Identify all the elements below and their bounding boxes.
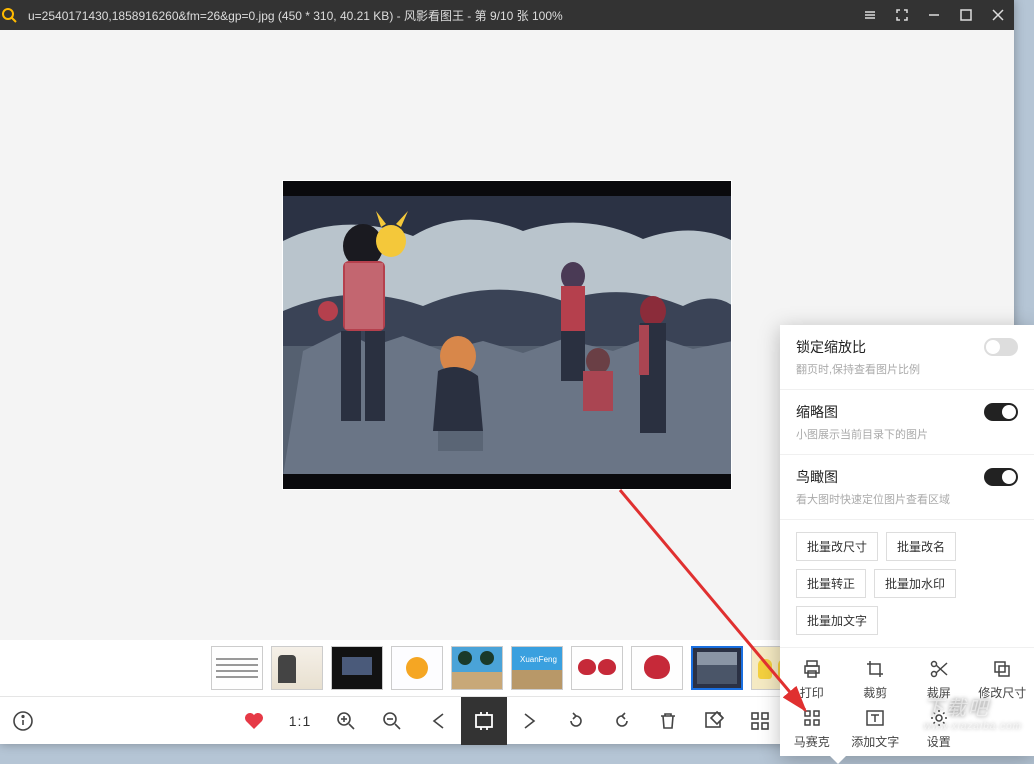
print-tool[interactable]: 打印 — [780, 658, 844, 701]
thumbnails-desc: 小图展示当前目录下的图片 — [796, 426, 1018, 442]
thumbnail[interactable] — [631, 646, 683, 690]
edit-button[interactable] — [691, 697, 737, 745]
grid-icon — [780, 707, 844, 729]
watermark: 下载吧 www.xiazaiba.com — [924, 692, 1022, 732]
titlebar: u=2540171430,1858916260&fm=26&gp=0.jpg (… — [0, 0, 1014, 30]
thumbnail[interactable] — [271, 646, 323, 690]
batch-rename-button[interactable]: 批量改名 — [886, 532, 956, 561]
print-icon — [780, 658, 844, 680]
lock-zoom-label: 锁定缩放比 — [796, 337, 866, 357]
thumbnail[interactable] — [391, 646, 443, 690]
fit-button[interactable] — [461, 697, 507, 745]
thumbnail[interactable]: XuanFeng — [511, 646, 563, 690]
zoom-in-button[interactable] — [323, 697, 369, 745]
birdview-desc: 看大图时快速定位图片查看区域 — [796, 491, 1018, 507]
scissors-icon — [907, 658, 971, 680]
text-icon — [844, 707, 908, 729]
fullscreen-button[interactable] — [886, 0, 918, 30]
birdview-label: 鸟瞰图 — [796, 467, 838, 487]
rotate-left-button[interactable] — [553, 697, 599, 745]
favorite-button[interactable] — [231, 697, 277, 745]
birdview-section: 鸟瞰图 看大图时快速定位图片查看区域 — [780, 455, 1034, 520]
lock-zoom-toggle[interactable] — [984, 338, 1018, 356]
mosaic-tool[interactable]: 马赛克 — [780, 707, 844, 750]
thumbnails-label: 缩略图 — [796, 402, 838, 422]
thumbnail-active[interactable] — [691, 646, 743, 690]
window-title: u=2540171430,1858916260&fm=26&gp=0.jpg (… — [28, 7, 854, 24]
crop-tool[interactable]: 裁剪 — [844, 658, 908, 701]
delete-button[interactable] — [645, 697, 691, 745]
thumbnail[interactable] — [331, 646, 383, 690]
thumbnails-toggle[interactable] — [984, 403, 1018, 421]
one-to-one-button[interactable]: 1:1 — [277, 697, 323, 745]
menu-button[interactable] — [854, 0, 886, 30]
close-button[interactable] — [982, 0, 1014, 30]
batch-resize-button[interactable]: 批量改尺寸 — [796, 532, 878, 561]
birdview-toggle[interactable] — [984, 468, 1018, 486]
batch-text-button[interactable]: 批量加文字 — [796, 606, 878, 635]
thumbnail[interactable] — [211, 646, 263, 690]
rotate-right-button[interactable] — [599, 697, 645, 745]
more-tools-button[interactable] — [737, 697, 783, 745]
minimize-button[interactable] — [918, 0, 950, 30]
zoom-out-button[interactable] — [369, 697, 415, 745]
main-image — [282, 180, 732, 490]
app-logo-icon — [0, 6, 28, 24]
next-button[interactable] — [507, 697, 553, 745]
popup-arrow — [830, 756, 846, 764]
lock-zoom-section: 锁定缩放比 翻页时,保持查看图片比例 — [780, 325, 1034, 390]
batch-rotate-button[interactable]: 批量转正 — [796, 569, 866, 598]
thumbnail[interactable] — [571, 646, 623, 690]
batch-buttons-row: 批量改尺寸 批量改名 批量转正 批量加水印 批量加文字 — [780, 520, 1034, 648]
thumbnail[interactable] — [451, 646, 503, 690]
lock-zoom-desc: 翻页时,保持查看图片比例 — [796, 361, 1018, 377]
maximize-button[interactable] — [950, 0, 982, 30]
batch-watermark-button[interactable]: 批量加水印 — [874, 569, 956, 598]
window-controls — [854, 0, 1014, 30]
prev-button[interactable] — [415, 697, 461, 745]
thumbnails-section: 缩略图 小图展示当前目录下的图片 — [780, 390, 1034, 455]
crop-icon — [844, 658, 908, 680]
info-button[interactable] — [0, 697, 46, 745]
addtext-tool[interactable]: 添加文字 — [844, 707, 908, 750]
copy-icon — [971, 658, 1034, 680]
